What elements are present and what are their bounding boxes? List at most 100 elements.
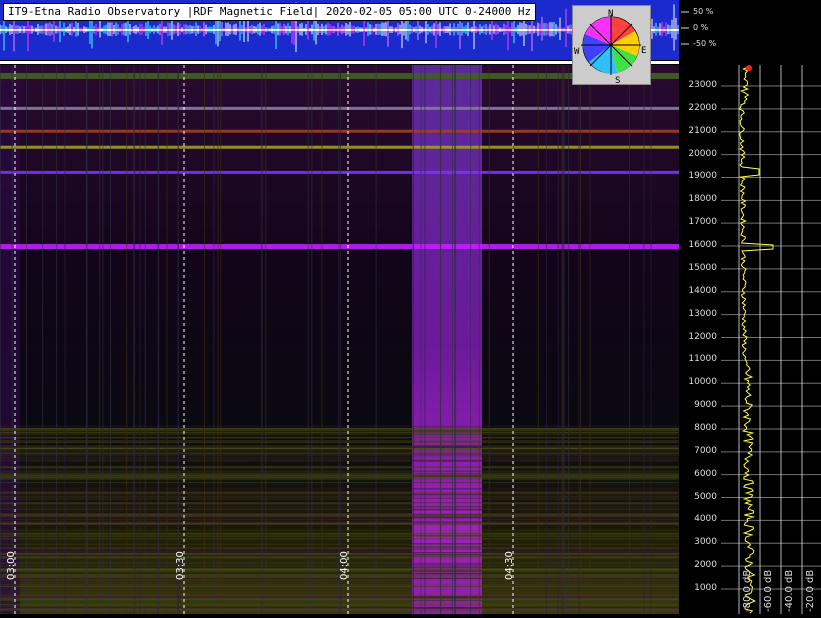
noise-line <box>0 478 679 480</box>
frequency-tick-label: 20000 <box>688 148 717 159</box>
frequency-tick-label: 18000 <box>688 194 717 205</box>
noise-line <box>0 436 679 438</box>
noise-line <box>0 425 679 427</box>
noise-line <box>0 494 679 496</box>
frequency-tick-label: 15000 <box>688 262 717 273</box>
frequency-axis: 1000 2000 3000 4000 5000 6000 7000 8000 9000 1000… <box>679 65 719 614</box>
frequency-tick-label: 4000 <box>694 514 717 525</box>
noise-line <box>0 594 679 596</box>
noise-line <box>0 455 679 457</box>
noise-line <box>0 585 679 587</box>
noise-line <box>0 440 679 442</box>
noise-line <box>0 460 679 462</box>
noise-line <box>0 477 679 479</box>
noise-line <box>0 471 679 473</box>
frequency-tick-label: 23000 <box>688 80 717 90</box>
frequency-tick-label: 22000 <box>688 102 717 113</box>
noise-line <box>0 529 679 531</box>
spectrum-marker <box>746 65 752 71</box>
amplitude-scale: 50 % 0 % -50 % <box>679 0 719 60</box>
frequency-tick-label: 14000 <box>688 285 717 296</box>
spectral-line <box>0 170 679 174</box>
noise-line <box>0 491 679 493</box>
noise-line <box>0 546 679 548</box>
compass-w: W <box>574 47 580 57</box>
noise-line <box>0 534 679 536</box>
frequency-tick-label: 8000 <box>694 422 717 433</box>
compass-rose: N S E W <box>574 9 646 86</box>
noise-line <box>0 457 679 459</box>
noise-line <box>0 543 679 545</box>
spectrum-trace <box>738 66 774 614</box>
noise-line <box>0 518 679 520</box>
noise-line <box>0 509 679 511</box>
direction-compass: N S E W <box>572 5 651 86</box>
frequency-tick-label: 7000 <box>694 445 717 456</box>
frequency-tick-label: 3000 <box>694 537 717 548</box>
spectral-line <box>0 244 679 250</box>
noise-line <box>0 430 679 432</box>
time-tick-label: 03:00 <box>6 551 17 580</box>
time-tick-label: 04:30 <box>504 551 515 580</box>
frequency-tick-label: 19000 <box>688 171 717 182</box>
noise-line <box>0 517 679 519</box>
noise-line <box>0 607 679 609</box>
compass-n: N <box>608 9 613 19</box>
noise-line <box>0 470 679 472</box>
time-tick-label: 04:00 <box>339 551 350 580</box>
spectrum-panel <box>721 65 821 614</box>
noise-line <box>0 537 679 539</box>
spectral-line <box>0 129 679 133</box>
noise-line <box>0 584 679 586</box>
amplitude-label-zero: 0 % <box>693 23 709 32</box>
frequency-tick-label: 21000 <box>688 125 717 136</box>
spectrogram-plot <box>0 65 679 614</box>
noise-line <box>0 548 679 550</box>
noise-line <box>0 492 679 494</box>
noise-line <box>0 482 679 484</box>
noise-line <box>0 502 679 504</box>
noise-line <box>0 488 679 490</box>
noise-line <box>0 523 679 525</box>
noise-line <box>0 506 679 508</box>
noise-line <box>0 524 679 526</box>
noise-line <box>0 547 679 549</box>
noise-line <box>0 453 679 455</box>
noise-line <box>0 498 679 500</box>
spectral-line <box>0 106 679 110</box>
frequency-tick-label: 13000 <box>688 308 717 319</box>
noise-line <box>0 437 679 439</box>
frequency-tick-label: 11000 <box>688 354 717 365</box>
noise-line <box>0 514 679 516</box>
amplitude-label-pos50: 50 % <box>693 7 714 16</box>
noise-line <box>0 475 679 477</box>
noise-line <box>0 473 679 475</box>
time-tick-label: 03:30 <box>175 551 186 580</box>
db-tick-label: -60.0 dB <box>763 569 774 612</box>
frequency-tick-label: 2000 <box>694 560 717 571</box>
spectrum-plot <box>721 65 821 614</box>
frequency-tick-label: 10000 <box>688 377 717 388</box>
noise-line <box>0 431 679 433</box>
frequency-tick-label: 6000 <box>694 468 717 479</box>
noise-line <box>0 459 679 461</box>
noise-line <box>0 504 679 506</box>
frequency-tick-label: 12000 <box>688 331 717 342</box>
noise-line <box>0 515 679 517</box>
noise-line <box>0 518 679 520</box>
noise-line <box>0 609 679 611</box>
noise-line <box>0 538 679 540</box>
noise-line <box>0 441 679 443</box>
compass-e: E <box>641 46 646 56</box>
db-tick-label: -20.0 dB <box>805 569 816 612</box>
noise-line <box>0 533 679 535</box>
noise-line <box>0 452 679 454</box>
noise-line <box>0 497 679 499</box>
noise-line <box>0 448 679 450</box>
frequency-tick-label: 16000 <box>688 240 717 251</box>
spectral-line <box>0 145 679 149</box>
amplitude-label-neg50: -50 % <box>693 39 717 48</box>
noise-line <box>0 467 679 469</box>
db-tick-label: -80.0 dB <box>742 569 753 612</box>
frequency-tick-label: 9000 <box>694 400 717 411</box>
